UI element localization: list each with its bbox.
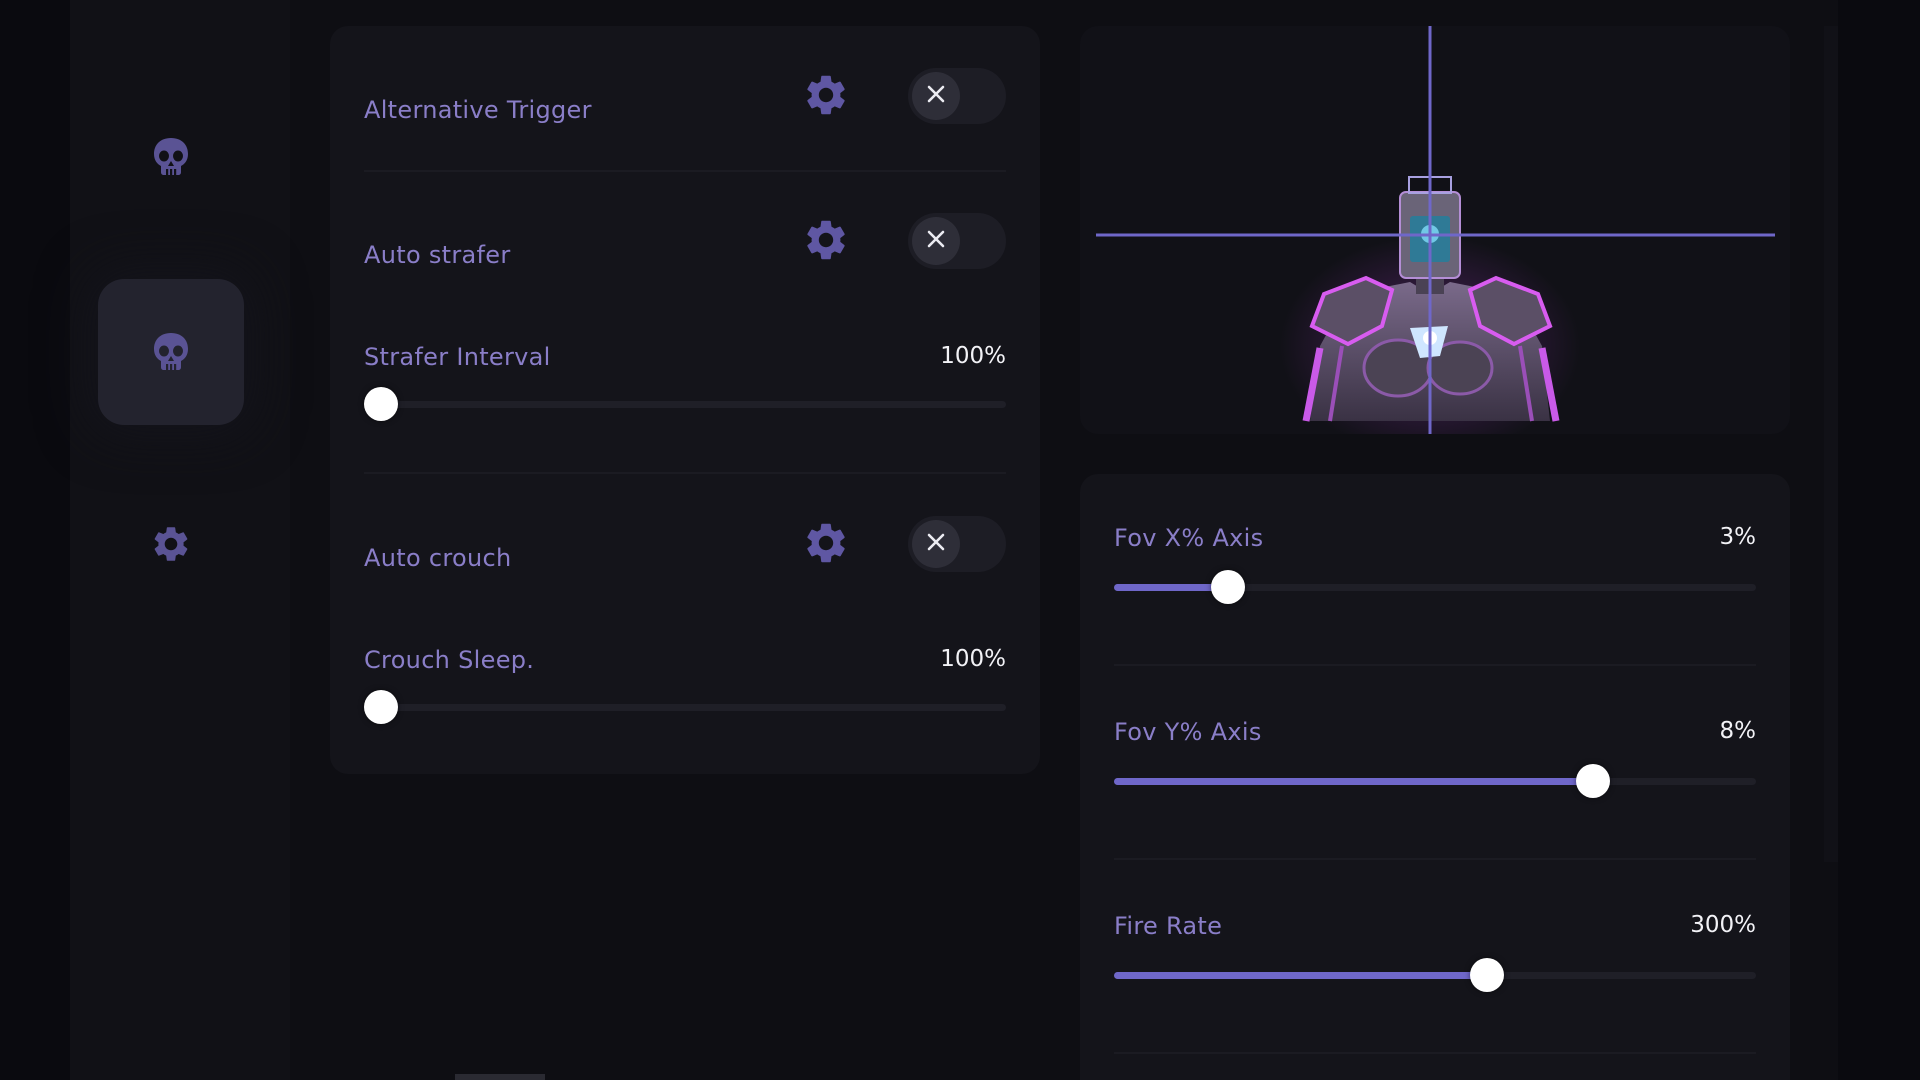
crouch-sleep-value: 100% [940,646,1006,672]
crouch-sleep-slider[interactable] [364,690,1006,724]
gear-icon [150,523,192,565]
sidebar-item-settings[interactable] [98,471,244,617]
robot-target-preview [1096,26,1775,434]
slider-thumb[interactable] [364,690,398,724]
fire-rate-value: 300% [1690,912,1756,938]
fov-y-slider[interactable] [1114,764,1756,798]
fire-rate-slider[interactable] [1114,958,1756,992]
strafer-interval-slider[interactable] [364,387,1006,421]
slider-fill [1114,778,1602,785]
sidebar-item-skull-1[interactable] [98,84,244,230]
toggle-knob [912,72,960,120]
auto-strafer-settings-button[interactable] [801,217,851,267]
slider-fill [1114,972,1490,979]
divider [1114,664,1756,666]
auto-crouch-label: Auto crouch [364,544,512,572]
alternative-trigger-label: Alternative Trigger [364,96,592,124]
slider-track [364,704,1006,711]
sidebar-item-skull-2[interactable] [98,279,244,425]
auto-crouch-settings-button[interactable] [801,520,851,570]
slider-thumb[interactable] [1211,570,1246,604]
alternative-trigger-settings-button[interactable] [801,72,851,122]
skull-icon [151,331,191,373]
fov-x-slider[interactable] [1114,570,1756,604]
close-icon [925,228,947,254]
divider [364,472,1006,474]
slider-fill [1114,584,1217,591]
fov-x-value: 3% [1719,524,1757,550]
skull-icon [151,136,191,178]
fov-y-value: 8% [1719,718,1757,744]
fire-rate-label: Fire Rate [1114,912,1223,940]
strafer-interval-label: Strafer Interval [364,343,551,371]
features-panel: Alternative Trigger Auto strafer Strafer… [330,26,1040,774]
gear-icon [802,71,850,123]
auto-crouch-toggle[interactable] [908,516,1006,572]
close-icon [925,531,947,557]
toggle-knob [912,520,960,568]
toggle-knob [912,217,960,265]
slider-thumb[interactable] [1576,764,1611,798]
divider [1114,1052,1756,1054]
divider [1114,858,1756,860]
slider-track [364,401,1006,408]
slider-thumb[interactable] [364,387,398,421]
window-edge-tab [455,1074,545,1080]
target-preview [1080,26,1790,434]
alternative-trigger-toggle[interactable] [908,68,1006,124]
strafer-interval-value: 100% [940,343,1006,369]
aim-panel: Fov X% Axis 3% Fov Y% Axis 8% Fire Rate … [1080,474,1790,1080]
auto-strafer-toggle[interactable] [908,213,1006,269]
screen: Alternative Trigger Auto strafer Strafer… [0,0,1920,1080]
gear-icon [802,216,850,268]
close-icon [925,83,947,109]
fov-y-label: Fov Y% Axis [1114,718,1262,746]
crouch-sleep-label: Crouch Sleep. [364,646,535,674]
gear-icon [802,519,850,571]
fov-x-label: Fov X% Axis [1114,524,1264,552]
divider [364,170,1006,172]
sidebar [70,0,290,1080]
scrollbar[interactable] [1824,26,1838,862]
slider-thumb[interactable] [1469,958,1504,992]
auto-strafer-label: Auto strafer [364,241,511,269]
